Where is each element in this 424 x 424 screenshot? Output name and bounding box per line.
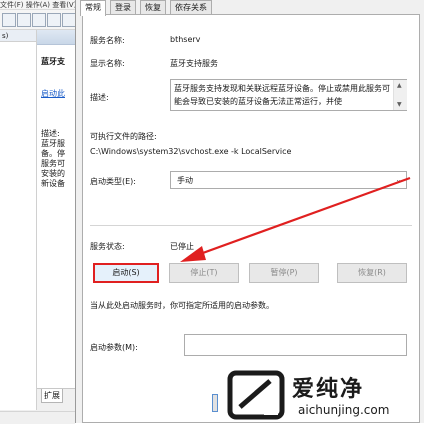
- display-name-value: 蓝牙支持服务: [170, 59, 218, 68]
- pause-button[interactable]: 暂停(P): [249, 263, 319, 283]
- tab-recovery[interactable]: 恢复: [140, 0, 166, 14]
- description-scrollbar[interactable]: ▲ ▼: [393, 80, 407, 110]
- tab-dependencies[interactable]: 依存关系: [170, 0, 212, 14]
- watermark: 爱纯净 aichunjing.com: [226, 369, 422, 423]
- menubar-text[interactable]: 文件(F) 操作(A) 查看(V): [0, 1, 75, 9]
- chevron-down-icon[interactable]: ⌄: [395, 175, 402, 184]
- start-params-input[interactable]: [184, 334, 407, 356]
- services-detail-pane: 蓝牙支 启动此 描述: 蓝牙服 备。停 服务可 安装的 新设备: [37, 30, 75, 390]
- toolbar-view-icon[interactable]: [62, 13, 76, 27]
- detail-desc-line: 新设备: [41, 179, 65, 188]
- service-properties-dialog: 常规 登录 恢复 依存关系 服务名称: bthserv 显示名称: 蓝牙支持服务…: [75, 0, 424, 423]
- services-tree-pane: s): [0, 30, 37, 410]
- service-name-value: bthserv: [170, 35, 201, 44]
- start-params-hint: 当从此处启动服务时，你可指定所适用的启动参数。: [90, 301, 274, 310]
- toolbar-refresh-icon[interactable]: [17, 13, 31, 27]
- dialog-tabs: 常规 登录 恢复 依存关系: [76, 0, 424, 16]
- services-statusbar: [0, 411, 75, 424]
- detail-header-bar: [37, 30, 75, 45]
- services-toolbar: [0, 10, 76, 30]
- exec-path-value: C:\Windows\system32\svchost.exe -k Local…: [90, 147, 292, 156]
- ok-button-partial[interactable]: [212, 394, 218, 412]
- services-window-background: 文件(F) 操作(A) 查看(V) s) 蓝牙支 启动此 描述: 蓝牙服 备。停…: [0, 0, 76, 424]
- general-tab-panel: 服务名称: bthserv 显示名称: 蓝牙支持服务 描述: 蓝牙服务支持发现和…: [82, 14, 420, 423]
- services-menubar: 文件(F) 操作(A) 查看(V): [0, 0, 75, 10]
- tab-logon[interactable]: 登录: [110, 0, 136, 14]
- startup-type-select[interactable]: 手动 ⌄: [170, 171, 407, 189]
- scroll-down-icon[interactable]: ▼: [397, 101, 402, 108]
- start-service-link[interactable]: 启动此: [41, 88, 65, 99]
- tree-header: s): [0, 30, 36, 42]
- detail-bottom-tabs: 扩展: [37, 388, 75, 411]
- toolbar-console-icon[interactable]: [2, 13, 16, 27]
- scroll-up-icon[interactable]: ▲: [397, 82, 402, 89]
- detail-service-title: 蓝牙支: [41, 57, 65, 66]
- tab-extended[interactable]: 扩展: [41, 389, 63, 403]
- toolbar-help-icon[interactable]: [47, 13, 61, 27]
- startup-type-value: 手动: [177, 176, 193, 185]
- exec-path-label: 可执行文件的路径:: [90, 132, 157, 141]
- service-status-label: 服务状态:: [90, 242, 125, 251]
- start-button[interactable]: 启动(S): [93, 263, 159, 283]
- startup-type-label: 启动类型(E):: [90, 177, 136, 186]
- service-name-label: 服务名称:: [90, 36, 125, 45]
- service-status-value: 已停止: [170, 242, 194, 251]
- watermark-brand: 爱纯净: [292, 377, 365, 402]
- watermark-url: aichunjing.com: [298, 403, 390, 417]
- stop-button[interactable]: 停止(T): [169, 263, 239, 283]
- resume-button[interactable]: 恢复(R): [337, 263, 407, 283]
- tab-general[interactable]: 常规: [80, 0, 106, 16]
- display-name-label: 显示名称:: [90, 59, 125, 68]
- description-label: 描述:: [90, 93, 109, 102]
- description-textbox[interactable]: 蓝牙服务支持发现和关联远程蓝牙设备。停止或禁用此服务可能会导致已安装的蓝牙设备无…: [170, 79, 407, 111]
- start-params-label: 启动参数(M):: [90, 343, 138, 352]
- separator: [90, 225, 412, 226]
- toolbar-export-icon[interactable]: [32, 13, 46, 27]
- watermark-logo-icon: [227, 370, 285, 420]
